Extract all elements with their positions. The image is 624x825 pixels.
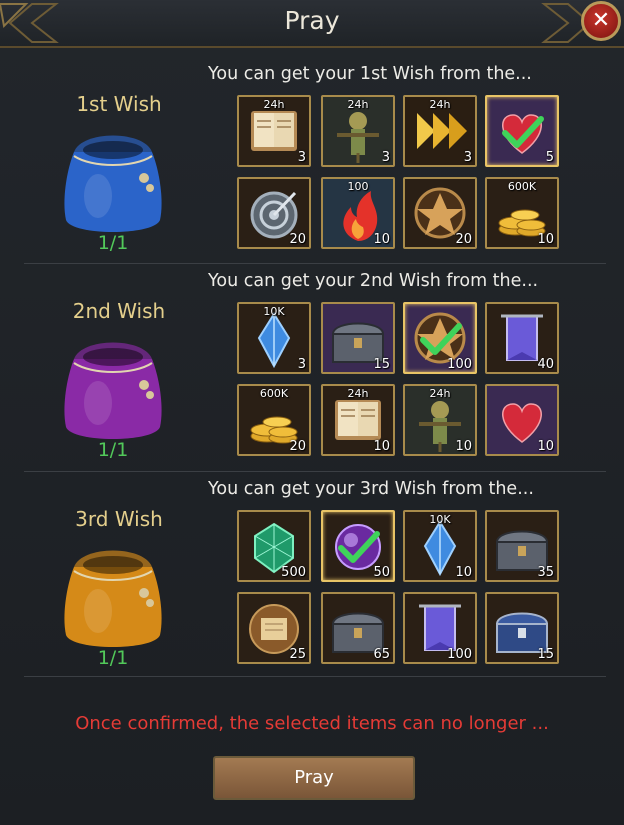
item-quantity: 500 <box>281 565 306 580</box>
item-tag: 600K <box>259 387 289 400</box>
item-tag: 24h <box>263 98 285 111</box>
item-tag: 24h <box>429 98 451 111</box>
item-quantity: 65 <box>373 647 390 662</box>
reward-item[interactable]: 40 <box>485 302 559 374</box>
reward-item[interactable]: 24h 3 <box>237 95 311 167</box>
reward-item[interactable]: 100 <box>403 592 477 664</box>
item-quantity: 3 <box>297 150 306 165</box>
reward-item[interactable]: 100 <box>403 302 477 374</box>
wish-subheading: You can get your 1st Wish from the... <box>208 64 532 84</box>
reward-item[interactable]: 10K 3 <box>237 302 311 374</box>
reward-item[interactable]: 35 <box>485 510 559 582</box>
item-quantity: 25 <box>289 647 306 662</box>
reward-item[interactable]: 20 <box>403 177 477 249</box>
item-tag: 100 <box>347 180 369 193</box>
pray-button[interactable]: Pray <box>213 756 415 800</box>
warning-text: Once confirmed, the selected items can n… <box>75 713 549 734</box>
item-quantity: 10 <box>373 439 390 454</box>
item-quantity: 10 <box>537 232 554 247</box>
wish-title: 2nd Wish <box>72 299 166 323</box>
item-quantity: 100 <box>447 647 472 662</box>
divider <box>24 471 606 472</box>
wish-count: 1/1 <box>97 439 129 461</box>
wish-bag-icon[interactable] <box>52 537 174 655</box>
reward-item[interactable]: 24h 10 <box>321 384 395 456</box>
item-quantity: 3 <box>463 150 472 165</box>
item-quantity: 20 <box>289 232 306 247</box>
item-tag: 24h <box>429 387 451 400</box>
wish-title: 3rd Wish <box>75 507 163 531</box>
reward-item[interactable]: 15 <box>321 302 395 374</box>
item-quantity: 20 <box>289 439 306 454</box>
divider <box>24 263 606 264</box>
item-quantity: 10 <box>455 439 472 454</box>
item-quantity: 50 <box>373 565 390 580</box>
wish-count: 1/1 <box>97 232 129 254</box>
reward-item[interactable]: 10 <box>485 384 559 456</box>
reward-item[interactable]: 10K 10 <box>403 510 477 582</box>
wish-count: 1/1 <box>97 647 129 669</box>
reward-item[interactable]: 50 <box>321 510 395 582</box>
wish-bag-icon[interactable] <box>52 122 174 240</box>
item-tag: 10K <box>263 305 285 318</box>
close-icon: ✕ <box>591 8 611 33</box>
item-tag: 24h <box>347 98 369 111</box>
wish-bag-icon[interactable] <box>52 329 174 447</box>
reward-item[interactable]: 600K 10 <box>485 177 559 249</box>
reward-item[interactable]: 24h 10 <box>403 384 477 456</box>
reward-item[interactable]: 24h 3 <box>403 95 477 167</box>
item-quantity: 15 <box>373 357 390 372</box>
reward-item[interactable]: 20 <box>237 177 311 249</box>
close-button[interactable]: ✕ <box>581 1 621 41</box>
item-quantity: 40 <box>537 357 554 372</box>
item-quantity: 15 <box>537 647 554 662</box>
item-quantity: 5 <box>545 150 554 165</box>
reward-item[interactable]: 5 <box>485 95 559 167</box>
wish-subheading: You can get your 3rd Wish from the... <box>208 479 534 499</box>
item-quantity: 100 <box>447 357 472 372</box>
divider <box>24 676 606 677</box>
item-quantity: 35 <box>537 565 554 580</box>
item-tag: 24h <box>347 387 369 400</box>
item-quantity: 10 <box>373 232 390 247</box>
reward-item[interactable]: 500 <box>237 510 311 582</box>
item-quantity: 20 <box>455 232 472 247</box>
title-bar: Pray ✕ <box>0 0 624 48</box>
item-tag: 600K <box>507 180 537 193</box>
item-quantity: 10 <box>537 439 554 454</box>
wish-subheading: You can get your 2nd Wish from the... <box>208 271 539 291</box>
reward-item[interactable]: 24h 3 <box>321 95 395 167</box>
reward-item[interactable]: 100 10 <box>321 177 395 249</box>
item-quantity: 3 <box>381 150 390 165</box>
item-quantity: 10 <box>455 565 472 580</box>
pray-dialog: Pray ✕ 1st Wish 1/1 You can get your 1st W… <box>0 0 624 825</box>
wish-title: 1st Wish <box>76 92 162 116</box>
reward-item[interactable]: 600K 20 <box>237 384 311 456</box>
reward-item[interactable]: 15 <box>485 592 559 664</box>
item-tag: 10K <box>429 513 451 526</box>
item-quantity: 3 <box>297 357 306 372</box>
reward-item[interactable]: 65 <box>321 592 395 664</box>
reward-item[interactable]: 25 <box>237 592 311 664</box>
